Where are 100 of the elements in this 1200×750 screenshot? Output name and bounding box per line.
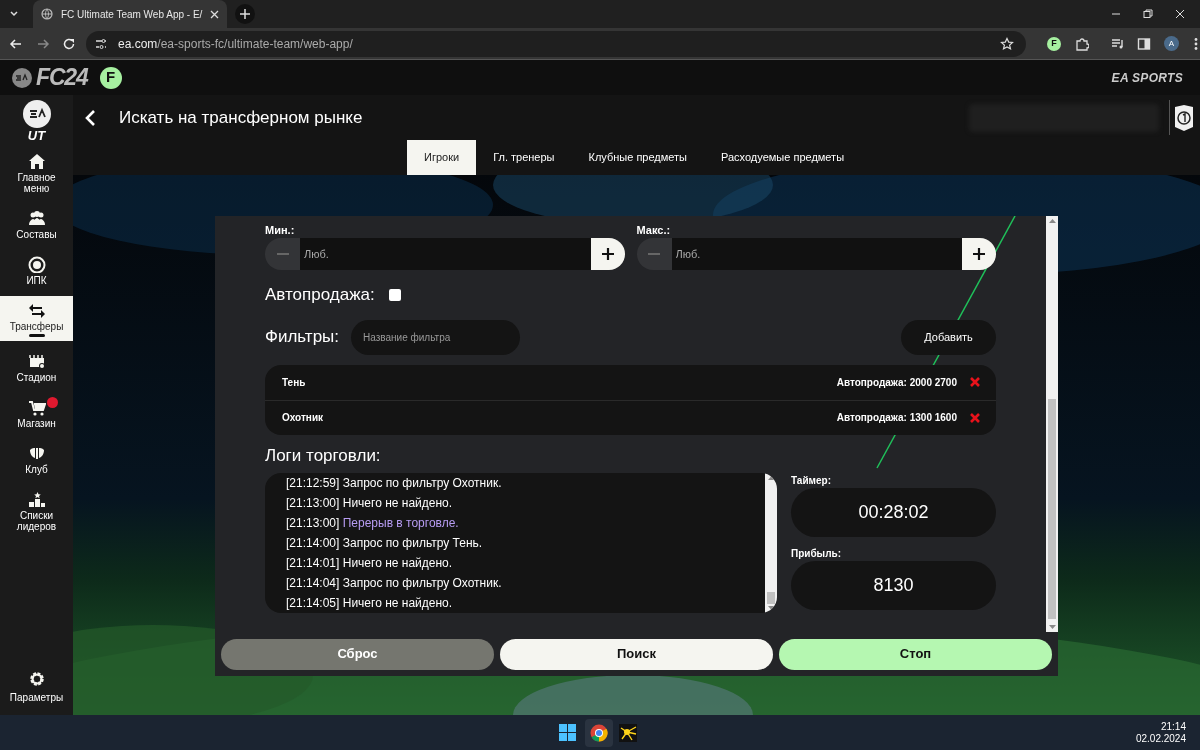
sidebar-item[interactable]: Магазин xyxy=(0,393,73,433)
side-panel-icon[interactable] xyxy=(1137,36,1151,51)
settings-button[interactable]: Параметры xyxy=(9,670,64,705)
puzzle-icon[interactable] xyxy=(1075,36,1089,51)
price-input[interactable]: Люб. xyxy=(671,238,962,270)
more-icon[interactable] xyxy=(1194,36,1198,51)
chevron-down-icon[interactable] xyxy=(9,9,19,19)
profile-avatar[interactable]: A xyxy=(1164,36,1179,51)
log-line: [21:13:00] Ничего не найдено. xyxy=(286,494,454,512)
close-icon[interactable] xyxy=(210,9,220,19)
action-button[interactable]: Поиск xyxy=(500,638,773,670)
globe-icon xyxy=(41,8,53,20)
ea-sports-logo-icon[interactable] xyxy=(21,99,52,129)
season-badge-icon[interactable] xyxy=(1173,103,1195,132)
filter-name: Охотник xyxy=(282,411,324,425)
scrollbar[interactable] xyxy=(1046,216,1058,632)
log-line: [21:14:05] Ничего не найдено. xyxy=(286,594,454,612)
filter-name: Тень xyxy=(282,375,306,390)
plus-icon xyxy=(601,248,614,260)
sidebar-item[interactable]: Трансферы xyxy=(0,296,73,341)
medal-icon xyxy=(27,256,46,273)
tab[interactable]: Игроки xyxy=(407,140,477,175)
scroll-thumb[interactable] xyxy=(767,591,775,604)
log-line: [21:14:01] Ничего не найдено. xyxy=(286,554,454,572)
stat-label: Таймер: xyxy=(791,474,832,487)
stat-value: 8130 xyxy=(791,560,996,610)
reload-icon[interactable] xyxy=(62,36,76,51)
autosell-checkbox[interactable] xyxy=(388,288,401,301)
sun-app-icon[interactable] xyxy=(619,723,637,742)
media-icon[interactable] xyxy=(1111,36,1125,51)
plus-button[interactable] xyxy=(962,238,996,270)
plus-button[interactable] xyxy=(590,238,625,270)
sidebar-item[interactable]: Клуб xyxy=(0,439,73,479)
home-icon xyxy=(27,153,46,170)
settings-icon xyxy=(27,670,46,688)
extension-icon[interactable]: F xyxy=(1047,36,1061,51)
price-input[interactable]: Люб. xyxy=(300,238,591,270)
log-line: [21:12:59] Запрос по фильтру Охотник. xyxy=(286,474,503,492)
delete-icon[interactable] xyxy=(970,377,980,387)
field-label: Макс.: xyxy=(636,224,672,237)
podium-icon xyxy=(27,491,46,508)
scroll-up-icon[interactable] xyxy=(767,474,775,480)
filter-name-field[interactable]: Название фильтра xyxy=(351,319,521,355)
tab[interactable]: Расходуемые предметы xyxy=(704,140,862,175)
minus-icon xyxy=(648,253,660,255)
logs-title: Логи торговли: xyxy=(265,444,382,467)
ut-logo: UT xyxy=(27,129,46,143)
browser-tab[interactable]: FC Ultimate Team Web App - E/ xyxy=(33,0,228,28)
stadium-icon xyxy=(27,353,46,370)
site-settings-icon[interactable] xyxy=(94,36,108,51)
back-icon[interactable] xyxy=(9,36,23,51)
restore-icon[interactable] xyxy=(1142,8,1154,20)
page-title: Искать на трансферном рынке xyxy=(119,106,363,129)
ea-logo-icon[interactable] xyxy=(11,66,33,89)
selected-indicator xyxy=(28,334,45,337)
browser-taskbar-button[interactable] xyxy=(585,718,613,747)
fc-badge: F xyxy=(99,66,122,89)
arrows-icon xyxy=(27,302,46,319)
cart-icon xyxy=(27,399,46,416)
field-label: Мин.: xyxy=(265,224,296,237)
delete-icon[interactable] xyxy=(970,412,980,423)
add-button[interactable]: Добавить xyxy=(901,319,996,355)
autosell-label: Автопродажа: xyxy=(265,284,375,306)
stat-label: Прибыль: xyxy=(791,547,842,560)
tab[interactable]: Гл. тренеры xyxy=(476,140,572,175)
minus-button[interactable] xyxy=(636,238,672,270)
log-line: [21:14:00] Запрос по фильтру Тень. xyxy=(286,534,484,552)
log-line: [21:13:00] Перерыв в торговле. xyxy=(286,514,460,532)
scroll-thumb[interactable] xyxy=(1048,399,1056,619)
new-tab-icon[interactable] xyxy=(235,4,256,24)
fc-logo[interactable]: FC24 xyxy=(36,60,88,95)
sidebar-item[interactable]: Главное меню xyxy=(0,147,73,198)
back-icon[interactable] xyxy=(84,108,96,127)
sidebar-item[interactable]: Составы xyxy=(0,204,73,244)
action-button[interactable]: Стоп xyxy=(779,638,1052,670)
star-icon[interactable] xyxy=(1000,36,1014,51)
log-scrollbar[interactable] xyxy=(765,472,777,613)
tab[interactable]: Клубные предметы xyxy=(571,140,705,175)
sidebar-item[interactable]: ИПК xyxy=(0,250,73,290)
brand-logo: EA SPORTS xyxy=(1111,69,1183,87)
filter-autosell: Автопродажа: 1300 1600 xyxy=(836,411,957,425)
filters-label: Фильтры: xyxy=(265,326,340,349)
minus-button[interactable] xyxy=(265,238,300,270)
address-bar[interactable]: ea.com/ea-sports-fc/ultimate-team/web-app/ xyxy=(86,30,1026,57)
plus-icon xyxy=(973,248,985,260)
close-icon[interactable] xyxy=(1174,8,1186,20)
action-button[interactable]: Сброс xyxy=(221,638,494,670)
forward-icon xyxy=(36,36,50,51)
sidebar-item[interactable]: Списки лидеров xyxy=(0,485,73,536)
log-line: [21:14:04] Запрос по фильтру Охотник. xyxy=(286,574,503,592)
shield-icon xyxy=(27,445,46,462)
browser-icon xyxy=(590,723,608,742)
windows-start-icon[interactable] xyxy=(559,724,576,741)
stat-value: 00:28:02 xyxy=(791,487,996,537)
sidebar-item[interactable]: Стадион xyxy=(0,347,73,387)
filter-autosell: Автопродажа: 2000 2700 xyxy=(836,375,957,390)
people-icon xyxy=(27,210,46,227)
url-text: ea.com/ea-sports-fc/ultimate-team/web-app/ xyxy=(118,35,354,53)
clock[interactable]: 21:14 02.02.2024 xyxy=(1135,720,1186,745)
minus-icon xyxy=(276,253,289,255)
